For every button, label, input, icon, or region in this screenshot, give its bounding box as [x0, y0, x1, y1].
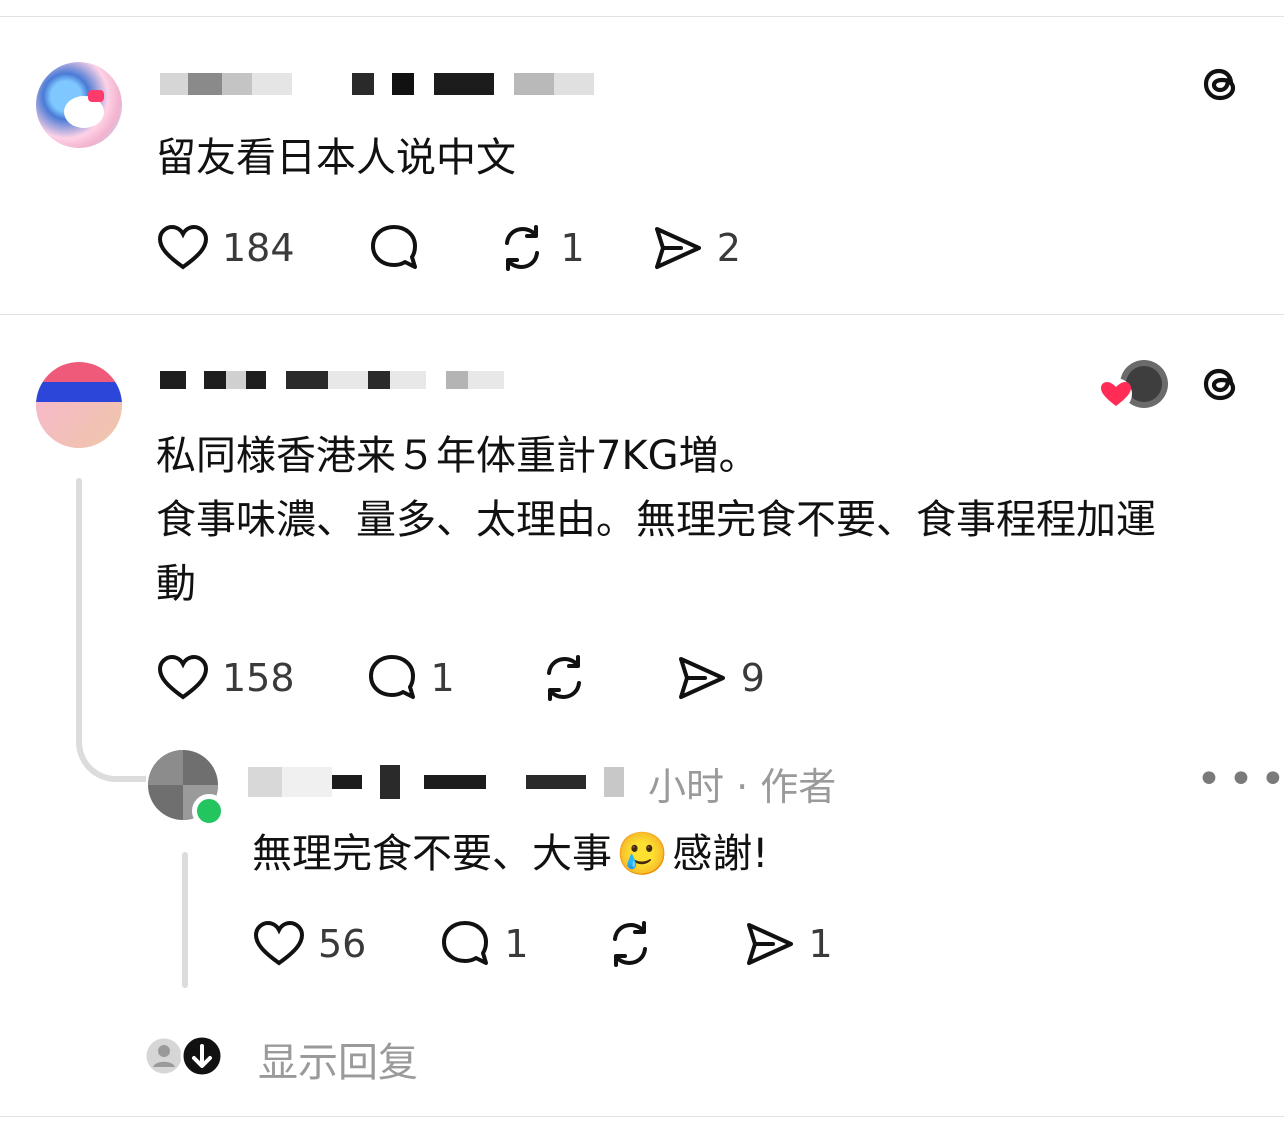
heart-icon [157, 224, 209, 270]
bottom-divider [0, 1116, 1284, 1117]
reply-repost-button[interactable] [603, 917, 669, 971]
avatar-bow [88, 90, 104, 102]
send-icon [746, 923, 793, 965]
post1-repost-button[interactable]: 1 [495, 221, 585, 275]
post2-comment-button[interactable]: 1 [365, 651, 455, 705]
repost-icon [546, 655, 581, 701]
post2-avatar[interactable] [36, 362, 122, 448]
post2-like-button[interactable]: 158 [156, 651, 295, 705]
post1-text: 留友看日本人说中文 [156, 135, 516, 181]
post2-share-count: 9 [740, 656, 765, 700]
post2-share-button[interactable]: 9 [675, 651, 765, 705]
threads-comment-thread: 留友看日本人说中文 184 1 2 私同様香港来５年体重計7KG増。 食事味濃、… [0, 0, 1284, 1127]
post2-text: 私同様香港来５年体重計7KG増。 食事味濃、量多、太理由。無理完食不要、食事程程… [156, 433, 1156, 607]
post1-username-redacted[interactable] [160, 64, 594, 104]
post1-comment-button[interactable] [367, 221, 433, 275]
avatar-band-pink [36, 402, 122, 448]
heart-icon [253, 920, 305, 966]
reply-share-count: 1 [808, 922, 833, 966]
reply-text-end: 感謝! [672, 831, 769, 877]
reply-actions: 56 1 1 [252, 916, 833, 972]
send-icon [678, 657, 725, 699]
post2-like-count: 158 [222, 656, 295, 700]
show-replies-avatars[interactable] [144, 1034, 234, 1078]
post1-repost-count: 1 [560, 226, 585, 270]
heart-icon [157, 654, 209, 700]
comment-bubble-icon [368, 655, 415, 699]
crying-face-emoji: 🥲 [616, 829, 669, 878]
reply-comment-button[interactable]: 1 [438, 917, 529, 971]
reply-comment-count: 1 [504, 922, 529, 966]
online-status-dot [192, 794, 226, 828]
reply-like-button[interactable]: 56 [252, 917, 366, 971]
repost-icon [504, 225, 539, 271]
thread-connector-line [76, 478, 82, 718]
post1-share-button[interactable]: 2 [651, 221, 741, 275]
post2-username-redacted[interactable] [160, 360, 504, 400]
reply-text-main: 無理完食不要、大事 [252, 831, 612, 877]
post-divider [0, 314, 1284, 315]
reply-like-count: 56 [318, 922, 367, 966]
top-divider [0, 16, 1284, 17]
reply-thread-line [182, 852, 188, 988]
comment-bubble-icon [370, 225, 417, 269]
avatar-pixel-block [148, 750, 183, 785]
post2-repost-button[interactable] [537, 651, 603, 705]
show-replies-link[interactable]: 显示回复 [258, 1030, 418, 1088]
post1-like-button[interactable]: 184 [156, 221, 295, 275]
repost-icon [612, 921, 647, 967]
send-icon [654, 227, 701, 269]
thread-connector-curve [76, 700, 146, 782]
post1-like-count: 184 [222, 226, 295, 270]
post1-actions: 184 1 2 [156, 220, 741, 276]
avatar-band-red [36, 362, 122, 382]
avatar-band-blue [36, 382, 122, 402]
reply-meta: 小时 · 作者 [648, 765, 837, 809]
post2-liked-by[interactable] [1096, 356, 1176, 410]
threads-logo-icon[interactable] [1194, 358, 1246, 410]
reply-username-redacted[interactable] [248, 762, 624, 802]
more-options-icon[interactable]: ••• [1196, 754, 1284, 805]
likers-avatars [1100, 360, 1168, 410]
comment-bubble-icon [442, 921, 489, 965]
reply-text-row: 無理完食不要、大事 🥲 感謝! [252, 822, 768, 886]
post2-actions: 158 1 9 [156, 650, 765, 706]
post1-avatar[interactable] [36, 62, 122, 148]
threads-logo-icon[interactable] [1194, 58, 1246, 110]
post1-share-count: 2 [716, 226, 741, 270]
reply-share-button[interactable]: 1 [743, 917, 833, 971]
post2-comment-count: 1 [430, 656, 455, 700]
